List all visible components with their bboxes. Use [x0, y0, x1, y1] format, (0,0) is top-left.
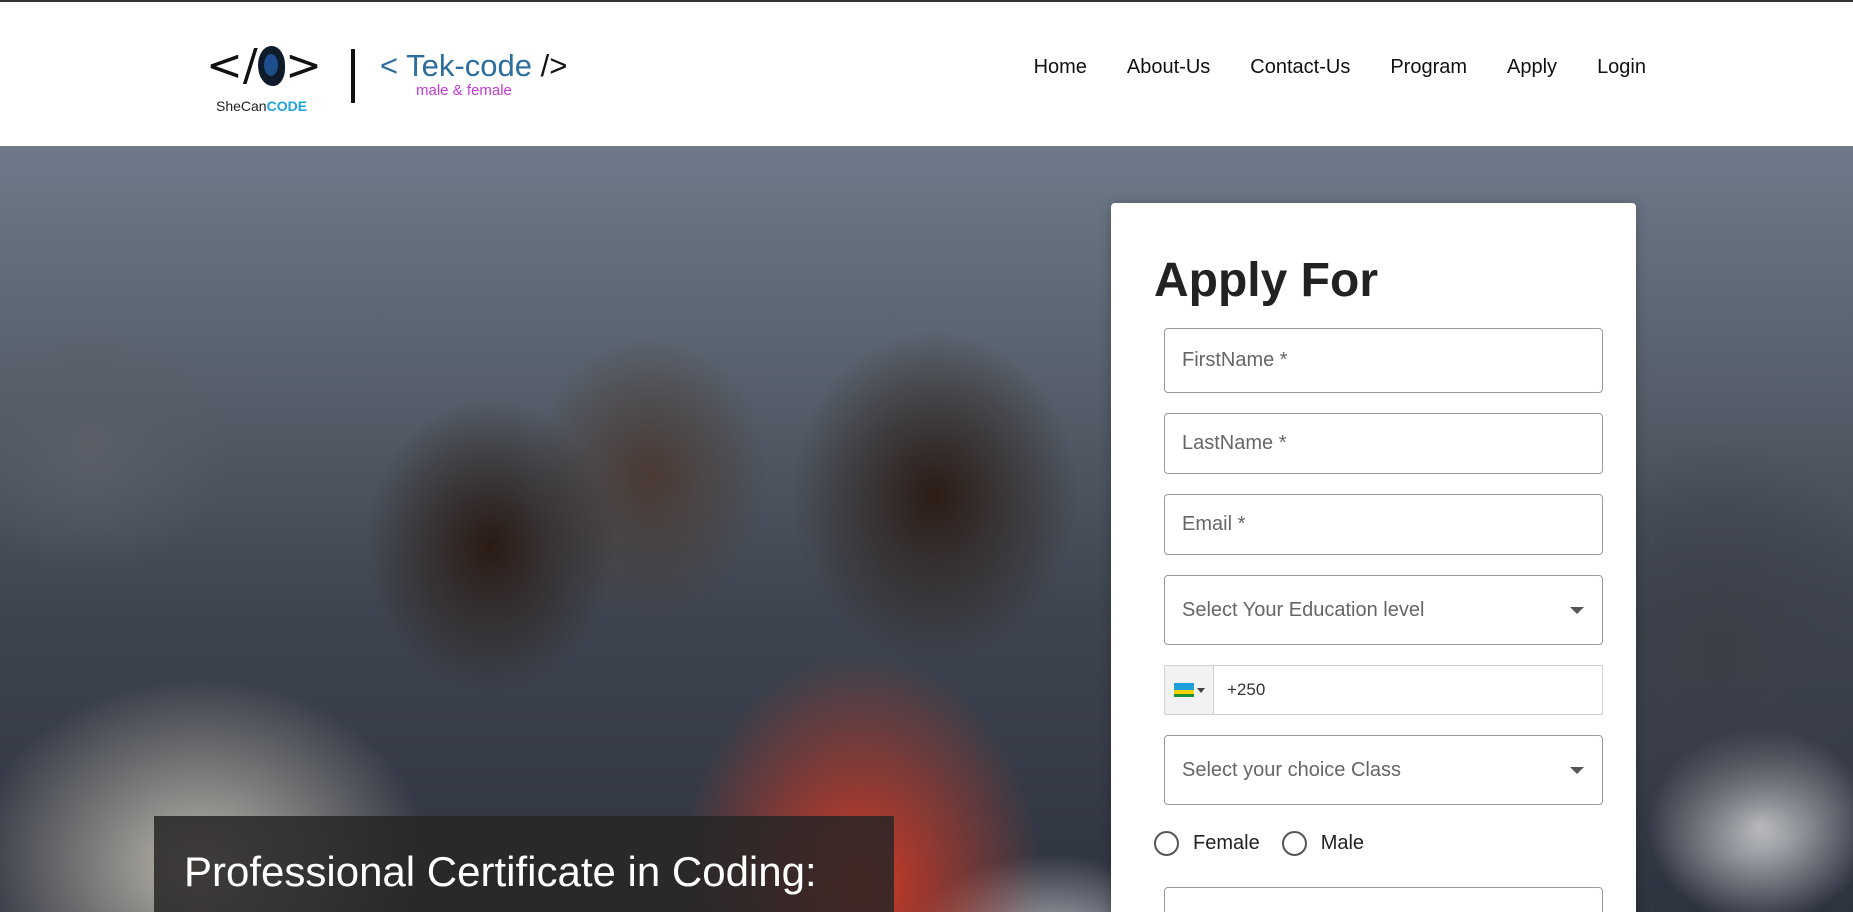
nav-login[interactable]: Login	[1597, 56, 1646, 79]
next-form-field[interactable]	[1164, 887, 1603, 912]
education-level-select-label: Select Your Education level	[1182, 598, 1425, 621]
female-radio-label[interactable]: Female	[1193, 832, 1260, 855]
form-title: Apply For	[1154, 254, 1378, 307]
nav-contact-us[interactable]: Contact-Us	[1250, 56, 1350, 79]
shecancode-logo-caption: SheCanCODE	[216, 98, 308, 114]
nav-home[interactable]: Home	[1034, 56, 1087, 79]
last-name-input[interactable]	[1165, 414, 1602, 473]
tekcode-brand-text: < Tek-code />	[380, 48, 568, 83]
phone-field	[1164, 665, 1603, 715]
chevron-down-icon	[1570, 607, 1584, 614]
tekcode-logo[interactable]: < Tek-code /> male & female	[380, 48, 568, 99]
chevron-down-icon	[1570, 767, 1584, 774]
last-name-field	[1164, 413, 1603, 474]
country-code-dropdown[interactable]	[1165, 666, 1214, 714]
rwanda-flag-icon	[1173, 683, 1194, 697]
email-input[interactable]	[1165, 495, 1602, 554]
nav-program[interactable]: Program	[1390, 56, 1467, 79]
gender-radio-group: Female Male	[1154, 831, 1386, 856]
male-radio-label[interactable]: Male	[1321, 832, 1364, 855]
caret-down-icon	[1196, 687, 1205, 693]
hero-caption-title: Professional Certificate in Coding:	[184, 848, 817, 895]
class-choice-select-label: Select your choice Class	[1182, 758, 1401, 781]
first-name-input[interactable]	[1165, 329, 1602, 392]
shecancode-logo[interactable]: </ > SheCanCODE	[206, 42, 322, 118]
nav-about-us[interactable]: About-Us	[1127, 56, 1210, 79]
site-header: </ > SheCanCODE < Tek-code /> male & fem…	[0, 0, 1853, 146]
phone-input[interactable]	[1215, 666, 1602, 714]
female-radio[interactable]	[1154, 831, 1179, 856]
main-nav: Home About-Us Contact-Us Program Apply L…	[1034, 56, 1646, 79]
email-field	[1164, 494, 1603, 555]
code-brackets-logo-mark: </ >	[206, 40, 322, 91]
hero-caption-box: Professional Certificate in Coding:	[154, 816, 894, 912]
woman-head-icon	[257, 46, 286, 86]
logo-divider	[351, 49, 355, 103]
nav-apply[interactable]: Apply	[1507, 56, 1557, 79]
male-radio[interactable]	[1281, 831, 1307, 856]
first-name-field	[1164, 328, 1603, 393]
apply-form-card: Apply For Select Your Education level Se…	[1111, 203, 1636, 912]
tekcode-tagline: male & female	[416, 82, 512, 99]
class-choice-select[interactable]: Select your choice Class	[1164, 735, 1603, 805]
education-level-select[interactable]: Select Your Education level	[1164, 575, 1603, 645]
